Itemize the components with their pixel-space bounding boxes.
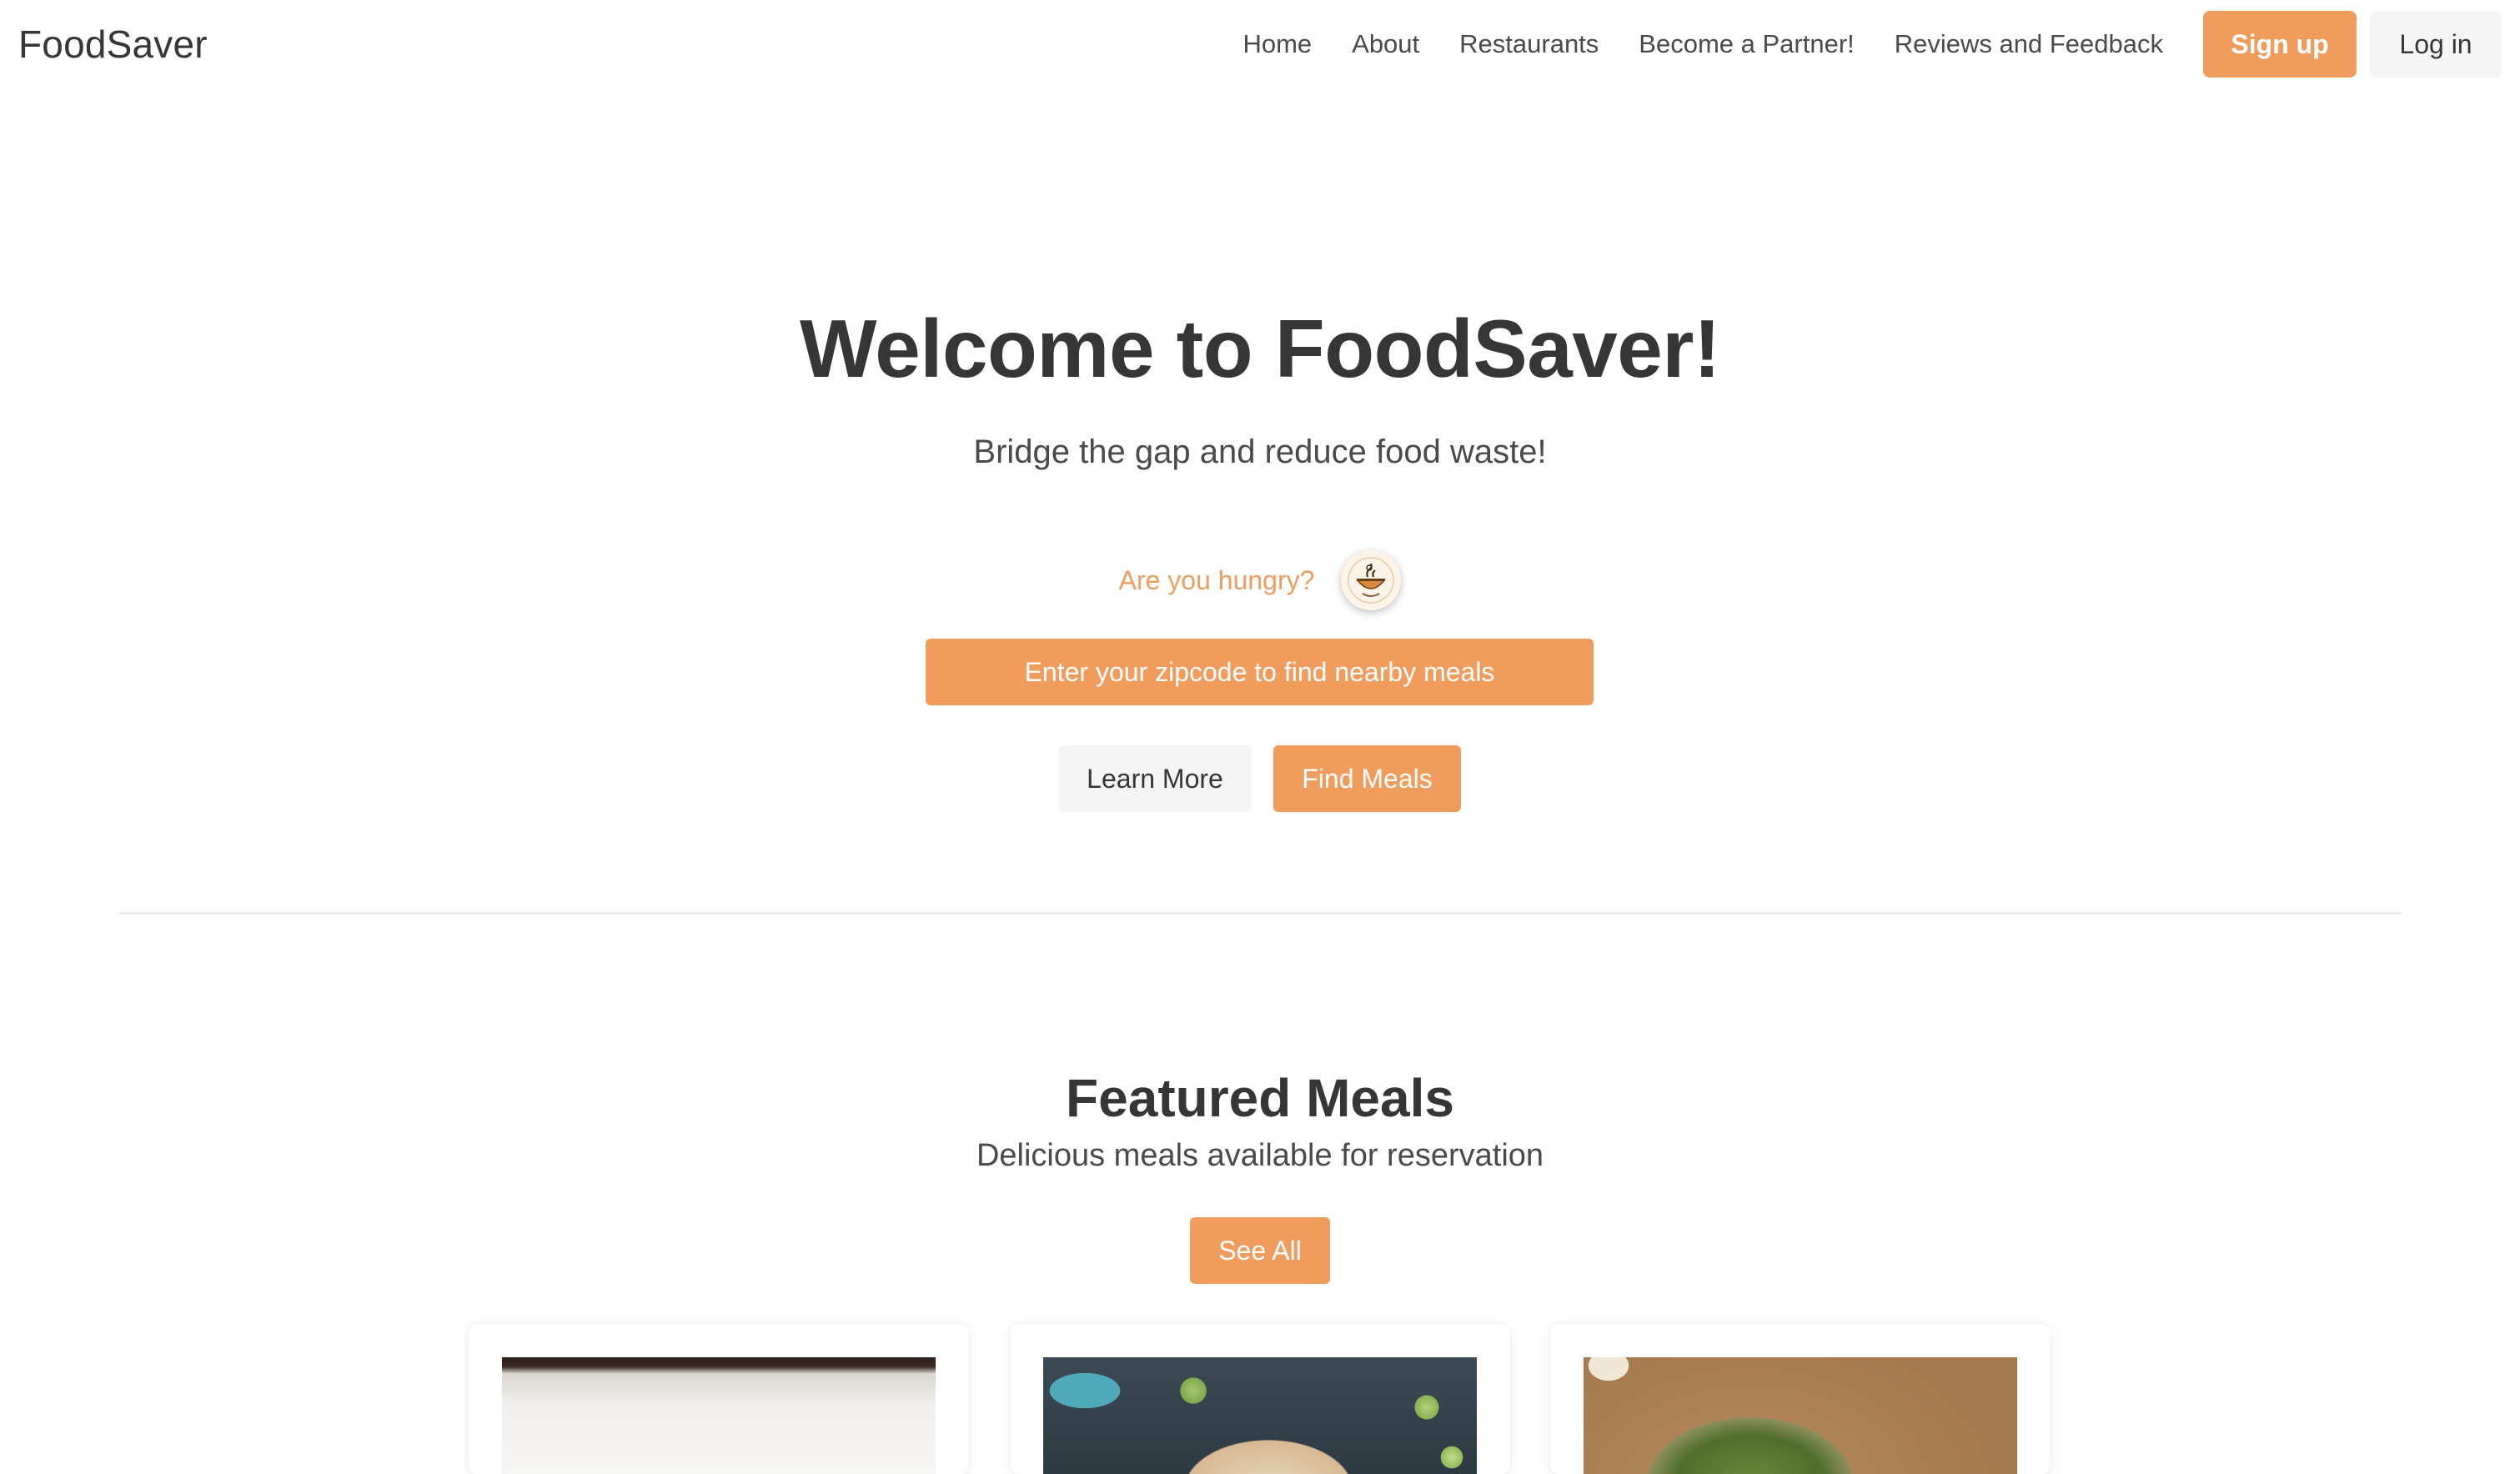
hero-subtitle: Bridge the gap and reduce food waste! [973, 434, 1547, 470]
brand-logo[interactable]: FoodSaver [18, 22, 208, 67]
login-button[interactable]: Log in [2370, 11, 2502, 78]
featured-subtitle: Delicious meals available for reservatio… [976, 1138, 1544, 1173]
zipcode-button[interactable]: Enter your zipcode to find nearby meals [926, 639, 1594, 705]
meal-image [1584, 1357, 2017, 1474]
signup-button[interactable]: Sign up [2203, 11, 2357, 78]
nav-link-reviews[interactable]: Reviews and Feedback [1895, 29, 2163, 59]
section-divider [118, 912, 2402, 915]
learn-more-button[interactable]: Learn More [1058, 745, 1252, 812]
hungry-row: Are you hungry? [0, 550, 2520, 610]
see-all-button[interactable]: See All [1190, 1217, 1330, 1284]
nav-link-about[interactable]: About [1352, 29, 1419, 59]
nav-link-home[interactable]: Home [1242, 29, 1312, 59]
meal-image [502, 1357, 936, 1474]
find-meals-button[interactable]: Find Meals [1273, 745, 1461, 812]
meal-card[interactable] [1010, 1324, 1510, 1474]
meal-image [1043, 1357, 1477, 1474]
featured-title: Featured Meals [1066, 1068, 1454, 1128]
meal-card[interactable] [469, 1324, 969, 1474]
meal-card[interactable] [1550, 1324, 2051, 1474]
bowl-logo-icon [1341, 550, 1402, 610]
nav-link-become-partner[interactable]: Become a Partner! [1639, 29, 1854, 59]
nav-menu: Home About Restaurants Become a Partner!… [1242, 0, 2502, 88]
hero-title: Welcome to FoodSaver! [799, 303, 1721, 394]
nav-link-restaurants[interactable]: Restaurants [1459, 29, 1599, 59]
navbar: FoodSaver Home About Restaurants Become … [0, 0, 2520, 88]
hungry-text: Are you hungry? [1118, 564, 1315, 595]
